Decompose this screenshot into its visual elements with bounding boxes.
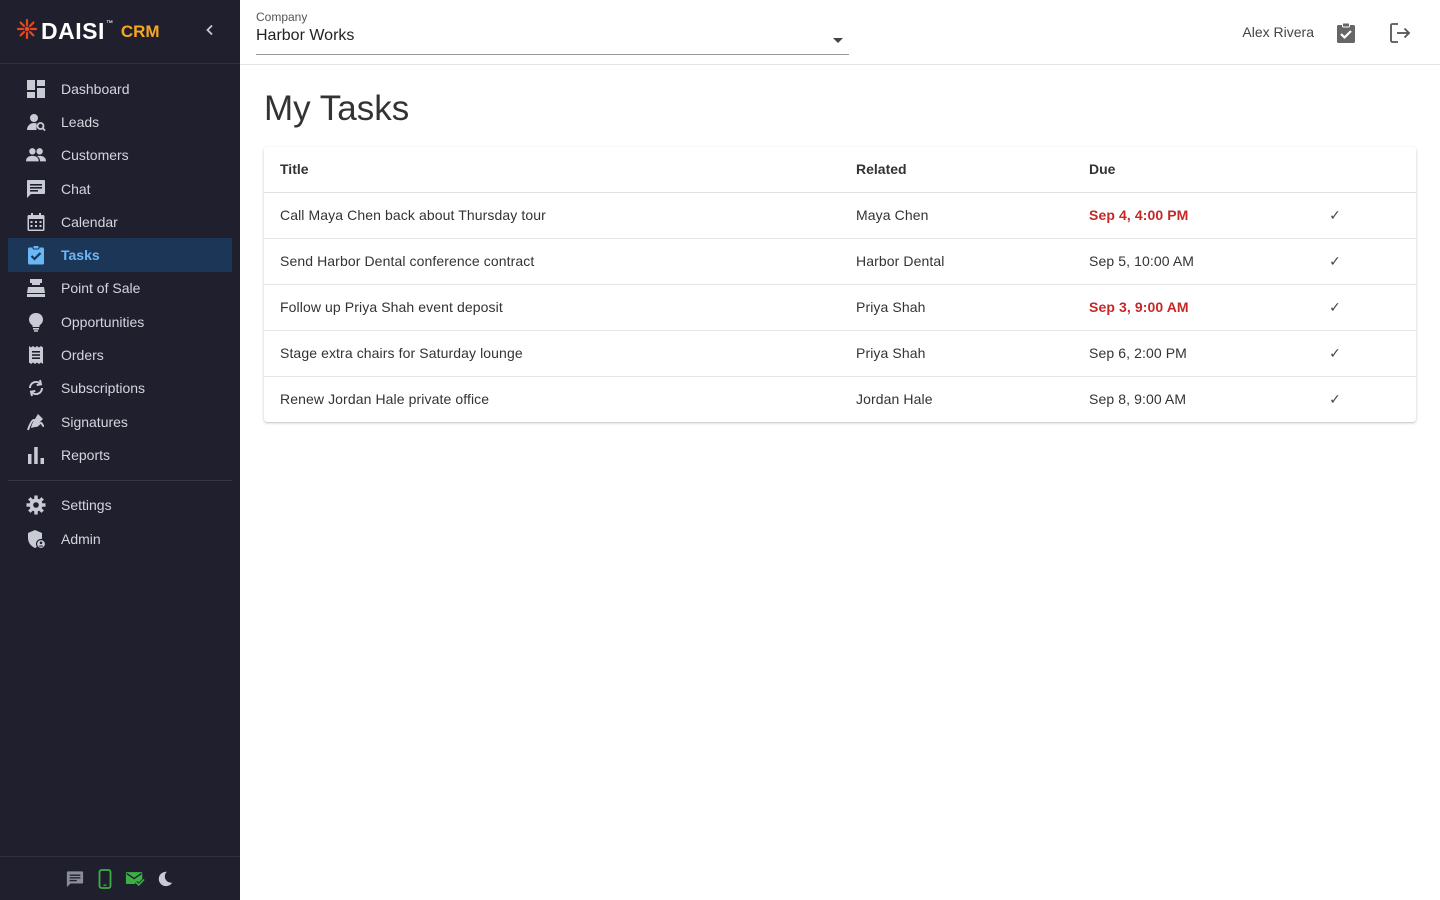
signature-icon (26, 412, 46, 432)
sidebar-item-admin[interactable]: Admin (8, 522, 232, 555)
task-related[interactable]: Maya Chen (840, 192, 1073, 239)
table-row[interactable]: Call Maya Chen back about Thursday tour … (264, 192, 1416, 239)
sidebar-item-chat[interactable]: Chat (8, 172, 232, 205)
dark-mode-icon[interactable] (155, 869, 175, 889)
task-due: Sep 4, 4:00 PM (1073, 192, 1323, 239)
sidebar-footer (0, 856, 240, 900)
task-due: Sep 8, 9:00 AM (1089, 391, 1187, 408)
chevron-left-icon (204, 23, 216, 41)
sidebar-item-opportunities[interactable]: Opportunities (8, 305, 232, 338)
logo[interactable]: DAISI ™ CRM (16, 18, 160, 45)
task-title: Send Harbor Dental conference contract (264, 238, 840, 285)
complete-task-button[interactable]: ✓ (1323, 208, 1347, 224)
sidebar-item-label: Point of Sale (61, 280, 141, 297)
table-row[interactable]: Follow up Priya Shah event deposit Priya… (264, 284, 1416, 331)
assignment-check-icon (26, 245, 46, 265)
people-icon (26, 145, 46, 165)
table-header-row: Title Related Due (264, 147, 1416, 193)
complete-task-button[interactable]: ✓ (1323, 346, 1347, 362)
sidebar-item-label: Leads (61, 113, 100, 130)
company-select[interactable]: Company Harbor Works (256, 10, 849, 55)
sync-icon (26, 378, 46, 398)
sidebar-item-label: Calendar (61, 213, 118, 230)
sidebar-item-customers[interactable]: Customers (8, 139, 232, 172)
sidebar-item-point-of-sale[interactable]: Point of Sale (8, 272, 232, 305)
dashboard-icon (26, 79, 46, 99)
task-title: Follow up Priya Shah event deposit (264, 284, 840, 331)
table-row[interactable]: Send Harbor Dental conference contract H… (264, 238, 1416, 285)
tasks-table: Title Related Due Call Maya Chen back ab… (264, 147, 1416, 422)
brand-name: DAISI (41, 18, 105, 44)
tasks-table-card: Title Related Due Call Maya Chen back ab… (264, 147, 1416, 422)
admin-shield-icon (26, 529, 46, 549)
brand-trademark: ™ (105, 20, 113, 27)
page-title: My Tasks (264, 89, 410, 128)
task-due: Sep 6, 2:00 PM (1073, 330, 1323, 377)
nav-divider (8, 479, 232, 481)
tasks-icon[interactable] (1334, 21, 1358, 45)
task-title: Renew Jordan Hale private office (280, 391, 490, 408)
brand-bar: DAISI ™ CRM (0, 0, 240, 64)
sidebar-item-label: Chat (61, 180, 91, 197)
sidebar-item-label: Opportunities (61, 313, 145, 330)
column-header-title[interactable]: Title (264, 147, 840, 193)
mail-check-icon[interactable] (125, 869, 145, 889)
sidebar-item-subscriptions[interactable]: Subscriptions (8, 372, 232, 405)
sidebar-item-leads[interactable]: Leads (8, 105, 232, 138)
top-bar: Company Harbor Works Alex Rivera (240, 0, 1440, 65)
sidebar-item-label: Settings (61, 497, 112, 514)
phone-icon[interactable] (95, 868, 115, 889)
bar-chart-icon (26, 445, 46, 465)
task-related[interactable]: Priya Shah (840, 330, 1073, 377)
sidebar-item-tasks[interactable]: Tasks (8, 238, 232, 272)
dropdown-arrow-icon (833, 38, 843, 43)
task-due: Sep 3, 9:00 AM (1073, 284, 1323, 331)
chat-icon (26, 179, 46, 199)
sidebar-item-label: Dashboard (61, 80, 130, 97)
lightbulb-icon (26, 312, 46, 332)
complete-task-button[interactable]: ✓ (1323, 254, 1347, 270)
table-row[interactable]: Renew Jordan Hale private office Jordan … (264, 376, 1416, 422)
company-label: Company (256, 10, 308, 24)
gear-icon (26, 495, 46, 515)
sidebar: DAISI ™ CRM Dashboard Leads Customers Ch… (0, 0, 240, 900)
task-title: Stage extra chairs for Saturday lounge (264, 330, 840, 377)
cash-register-icon (26, 278, 46, 298)
task-related[interactable]: Jordan Hale (840, 376, 1073, 422)
brand-product: CRM (120, 21, 160, 41)
sidebar-item-signatures[interactable]: Signatures (8, 405, 232, 438)
company-value: Harbor Works (256, 27, 355, 44)
sidebar-item-label: Subscriptions (61, 380, 146, 397)
daisi-logo-icon (16, 18, 38, 45)
column-header-actions (1323, 147, 1416, 193)
task-title: Call Maya Chen back about Thursday tour (264, 192, 840, 239)
task-related[interactable]: Harbor Dental (840, 238, 1073, 285)
message-icon[interactable] (65, 869, 85, 889)
sidebar-item-label: Customers (61, 147, 129, 164)
sidebar-item-calendar[interactable]: Calendar (8, 205, 232, 238)
sidebar-item-label: Admin (61, 530, 101, 547)
complete-task-button[interactable]: ✓ (1323, 392, 1347, 408)
sidebar-item-reports[interactable]: Reports (8, 438, 232, 471)
column-header-related[interactable]: Related (840, 147, 1073, 193)
sidebar-item-dashboard[interactable]: Dashboard (8, 72, 232, 105)
user-name: Alex Rivera (1242, 24, 1314, 40)
sidebar-item-label: Orders (61, 347, 104, 364)
task-related[interactable]: Priya Shah (840, 284, 1073, 331)
sidebar-item-orders[interactable]: Orders (8, 338, 232, 371)
task-due: Sep 5, 10:00 AM (1073, 238, 1323, 285)
sidebar-nav: Dashboard Leads Customers Chat Calendar (0, 64, 240, 555)
sidebar-item-label: Reports (61, 446, 111, 463)
logout-icon[interactable] (1388, 21, 1412, 45)
sidebar-item-settings[interactable]: Settings (8, 489, 232, 522)
calendar-icon (26, 212, 46, 232)
complete-task-button[interactable]: ✓ (1323, 300, 1347, 316)
sidebar-item-label: Tasks (61, 247, 100, 264)
collapse-sidebar-button[interactable] (200, 22, 220, 42)
table-row[interactable]: Stage extra chairs for Saturday lounge P… (264, 330, 1416, 377)
sidebar-item-label: Signatures (61, 413, 128, 430)
receipt-icon (26, 345, 46, 365)
column-header-due[interactable]: Due (1073, 147, 1323, 193)
person-search-icon (26, 112, 46, 132)
